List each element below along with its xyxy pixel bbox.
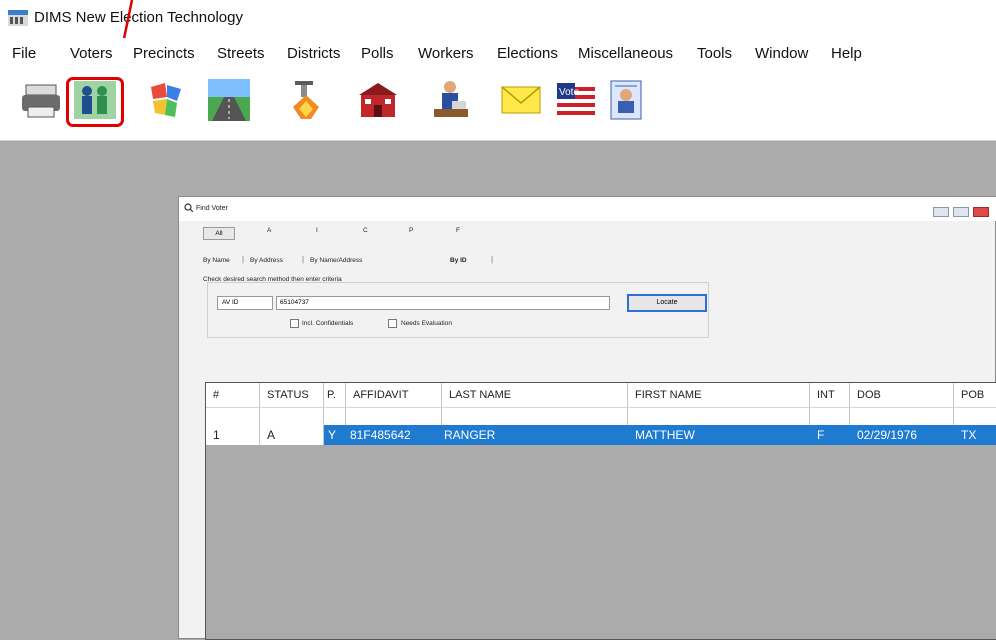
streets-icon[interactable] xyxy=(206,77,252,123)
tab-by-id[interactable]: By ID xyxy=(450,257,467,264)
filter-cell[interactable] xyxy=(954,407,996,425)
column-header-pob[interactable]: POB xyxy=(954,383,996,407)
cell-number[interactable]: 1 xyxy=(206,425,260,445)
tab-by-name-address[interactable]: By Name/Address xyxy=(310,257,362,264)
tab-separator: | xyxy=(302,255,305,264)
find-voter-title: Find Voter xyxy=(196,205,228,212)
incl-confidentials-label: Incl. Confidentials xyxy=(302,320,354,327)
letter-tab-p[interactable]: P xyxy=(409,227,413,234)
cell-dob[interactable]: 02/29/1976 xyxy=(850,425,954,445)
report-icon[interactable] xyxy=(603,77,649,123)
cell-affidavit[interactable]: 81F485642 xyxy=(346,425,442,445)
column-header-affidavit[interactable]: AFFIDAVIT xyxy=(346,383,442,407)
close-button[interactable] xyxy=(973,207,989,217)
tab-by-name[interactable]: By Name xyxy=(203,257,230,264)
column-header-dob[interactable]: DOB xyxy=(850,383,954,407)
menu-workers[interactable]: Workers xyxy=(418,45,474,62)
search-type-select[interactable]: AV ID ⌄ xyxy=(217,296,304,310)
column-header-last-name[interactable]: LAST NAME xyxy=(442,383,628,407)
vote-flag-icon[interactable]: Vote xyxy=(553,77,599,123)
column-header-status[interactable]: STATUS xyxy=(260,383,324,407)
needs-evaluation-checkbox[interactable] xyxy=(388,319,397,328)
voters-highlight-box xyxy=(66,77,124,127)
filter-cell[interactable] xyxy=(324,407,346,425)
cell-int[interactable]: F xyxy=(810,425,850,445)
letter-tab-i[interactable]: I xyxy=(316,227,318,234)
menu-file[interactable]: File xyxy=(12,45,36,62)
printer-icon[interactable] xyxy=(18,77,64,123)
mail-icon[interactable] xyxy=(498,77,544,123)
menu-precincts[interactable]: Precincts xyxy=(133,45,195,62)
find-voter-titlebar: Find Voter xyxy=(179,197,996,221)
column-header-p[interactable]: P. xyxy=(324,383,346,407)
cell-p[interactable]: Y xyxy=(324,425,346,445)
polls-icon[interactable] xyxy=(283,77,329,123)
find-voter-window: Find Voter All A I C P F By Name | By Ad… xyxy=(178,196,996,640)
letter-tab-c[interactable]: C xyxy=(363,227,368,234)
column-header-number[interactable]: # xyxy=(206,383,260,407)
filter-cell[interactable] xyxy=(442,407,628,425)
column-header-int[interactable]: INT xyxy=(810,383,850,407)
results-grid: # STATUS P. AFFIDAVIT LAST NAME FIRST NA… xyxy=(205,382,996,640)
locate-button[interactable]: Locate xyxy=(627,294,707,312)
cell-last-name[interactable]: RANGER xyxy=(442,425,628,445)
cell-pob[interactable]: TX xyxy=(954,425,996,445)
column-header-first-name[interactable]: FIRST NAME xyxy=(628,383,810,407)
filter-cell[interactable] xyxy=(628,407,810,425)
menu-districts[interactable]: Districts xyxy=(287,45,340,62)
menu-voters[interactable]: Voters xyxy=(70,45,113,62)
menu-polls[interactable]: Polls xyxy=(361,45,394,62)
needs-evaluation-label: Needs Evaluation xyxy=(401,320,452,327)
cell-first-name[interactable]: MATTHEW xyxy=(628,425,810,445)
cell-status[interactable]: A xyxy=(260,425,324,445)
filter-cell[interactable] xyxy=(260,407,324,425)
id-search-input[interactable]: 65104737 xyxy=(276,296,610,310)
minimize-button[interactable] xyxy=(933,207,949,217)
menu-help[interactable]: Help xyxy=(831,45,862,62)
letter-tab-all[interactable]: All xyxy=(203,227,235,240)
letter-tab-f[interactable]: F xyxy=(456,227,460,234)
incl-confidentials-checkbox[interactable] xyxy=(290,319,299,328)
maximize-button[interactable] xyxy=(953,207,969,217)
letter-tab-a[interactable]: A xyxy=(267,227,271,234)
filter-cell[interactable] xyxy=(206,407,260,425)
menu-streets[interactable]: Streets xyxy=(217,45,265,62)
filter-cell[interactable] xyxy=(850,407,954,425)
svg-text:Vote: Vote xyxy=(559,87,579,98)
menu-window[interactable]: Window xyxy=(755,45,808,62)
tab-separator: | xyxy=(491,255,494,264)
tab-by-address[interactable]: By Address xyxy=(250,257,283,264)
districts-icon[interactable] xyxy=(143,77,189,123)
app-icon xyxy=(8,10,28,26)
menu-elections[interactable]: Elections xyxy=(497,45,558,62)
tab-separator: | xyxy=(242,255,245,264)
menu-tools[interactable]: Tools xyxy=(697,45,732,62)
filter-cell[interactable] xyxy=(346,407,442,425)
search-type-value: AV ID xyxy=(222,299,239,306)
search-icon xyxy=(184,203,193,212)
workers-icon[interactable] xyxy=(428,77,474,123)
filter-cell[interactable] xyxy=(810,407,850,425)
elections-icon[interactable] xyxy=(355,77,401,123)
menu-miscellaneous[interactable]: Miscellaneous xyxy=(578,45,673,62)
